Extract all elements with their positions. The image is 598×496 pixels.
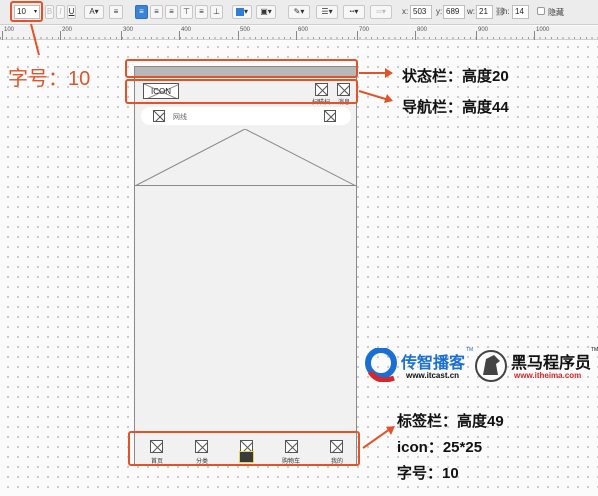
fill-color-button[interactable]: ▾	[232, 5, 252, 19]
align-middle-icon: ≡	[199, 7, 204, 16]
h-label: h:	[503, 7, 510, 16]
x-label: x:	[402, 7, 409, 16]
h-field[interactable]: 14	[512, 5, 529, 19]
text-color-icon: A▾	[89, 7, 99, 16]
pointer-arrow	[30, 23, 40, 56]
hide-checkbox[interactable]	[537, 7, 545, 15]
align-left-icon: ≡	[139, 7, 144, 16]
pen-icon: ✎▾	[293, 7, 305, 16]
list-icon: ≡	[113, 7, 119, 16]
y-label: y:	[436, 7, 443, 16]
align-middle-button[interactable]: ≡	[195, 5, 208, 19]
text-color-button[interactable]: A▾	[84, 5, 104, 19]
align-center-icon: ≡	[154, 7, 159, 16]
tab-font-note: 字号：10	[397, 465, 459, 482]
ruler-mark: 900	[478, 27, 489, 33]
italic-button[interactable]: I	[56, 5, 65, 19]
x-field[interactable]: 503	[410, 5, 432, 19]
itheima-name: 黑马程序员	[511, 355, 592, 372]
align-right-button[interactable]: ≡	[165, 5, 178, 19]
image-placeholder-icon	[135, 129, 356, 186]
itheima-tm: TM	[591, 347, 598, 353]
ruler-mark: 400	[181, 27, 192, 33]
bold-button[interactable]: B	[45, 5, 54, 19]
ruler-mark: 300	[123, 27, 134, 33]
ruler-mark: 600	[298, 27, 309, 33]
shadow-button[interactable]: ▣▾	[256, 5, 276, 19]
shadow-icon: ▣▾	[260, 7, 272, 16]
horizontal-ruler: 100 200 300 400 500 600 700 800 900 1000	[0, 26, 598, 40]
ruler-mark: 100	[4, 27, 15, 33]
arrow-style-button[interactable]: ═▾	[370, 5, 392, 19]
scan-code-icon[interactable]	[324, 110, 336, 122]
fill-color-icon	[235, 7, 244, 16]
nav-bar-highlight	[125, 79, 358, 104]
line-weight-icon: ☰▾	[321, 7, 333, 16]
status-bar-highlight	[125, 59, 358, 78]
line-style-button[interactable]: ┅▾	[343, 5, 365, 19]
ruler-mark: 500	[240, 27, 251, 33]
itheima-logo: 黑马程序员 TM www.itheima.com	[474, 346, 598, 386]
tab-bar-arrow	[362, 426, 395, 449]
toolbar: 10 ▾ B I U A▾ ≡ ≡ ≡ ≡ ⊤ ≡ ⊥ ▾ ▣▾ ✎▾ ☰▾ ┅…	[0, 0, 598, 25]
align-top-icon: ⊤	[183, 7, 190, 16]
w-label: w:	[467, 7, 475, 16]
search-bar[interactable]: 网线	[141, 107, 351, 125]
ruler-mark: 1000	[536, 27, 550, 33]
align-left-button[interactable]: ≡	[135, 5, 148, 19]
banner-placeholder[interactable]	[135, 129, 356, 186]
ruler-mark: 700	[359, 27, 370, 33]
search-icon	[153, 110, 165, 122]
itcast-url: www.itcast.cn	[406, 371, 460, 380]
nav-bar-note: 导航栏：高度44	[402, 99, 509, 116]
ruler-mark: 800	[417, 27, 428, 33]
icon-size-note: icon：25*25	[397, 439, 483, 456]
status-bar-note: 状态栏：高度20	[402, 68, 509, 85]
w-field[interactable]: 21	[476, 5, 493, 19]
font-size-note: 字号：10	[8, 68, 91, 90]
itcast-logo: 传智播客 TM www.itcast.cn	[364, 346, 474, 386]
list-button[interactable]: ≡	[109, 5, 123, 19]
y-field[interactable]: 689	[443, 5, 465, 19]
align-center-button[interactable]: ≡	[150, 5, 163, 19]
annotation-arrows	[358, 68, 393, 103]
itcast-name: 传智播客	[401, 355, 466, 372]
align-top-button[interactable]: ⊤	[180, 5, 193, 19]
align-right-icon: ≡	[169, 7, 174, 16]
itcast-tm: TM	[466, 347, 474, 353]
tab-bar-note: 标签栏：高度49	[397, 413, 504, 430]
tab-bar-highlight	[128, 431, 360, 466]
align-bottom-icon: ⊥	[213, 7, 220, 16]
phone-wireframe: ICON 扫瞄扫 消息 网线 首页 分类 购物车 我的	[134, 66, 357, 465]
arrow-style-icon: ═▾	[376, 7, 386, 16]
font-size-highlight	[10, 1, 43, 22]
itcast-logo-icon	[365, 348, 397, 382]
align-bottom-button[interactable]: ⊥	[210, 5, 223, 19]
line-weight-button[interactable]: ☰▾	[316, 5, 338, 19]
line-style-icon: ┅▾	[349, 7, 359, 16]
line-color-button[interactable]: ✎▾	[288, 5, 310, 19]
ruler-mark: 200	[62, 27, 73, 33]
underline-button[interactable]: U	[67, 5, 76, 19]
search-placeholder: 网线	[173, 114, 187, 121]
itheima-url: www.itheima.com	[514, 371, 582, 380]
horse-logo-icon	[475, 350, 507, 382]
hide-label: 隐藏	[548, 8, 564, 17]
